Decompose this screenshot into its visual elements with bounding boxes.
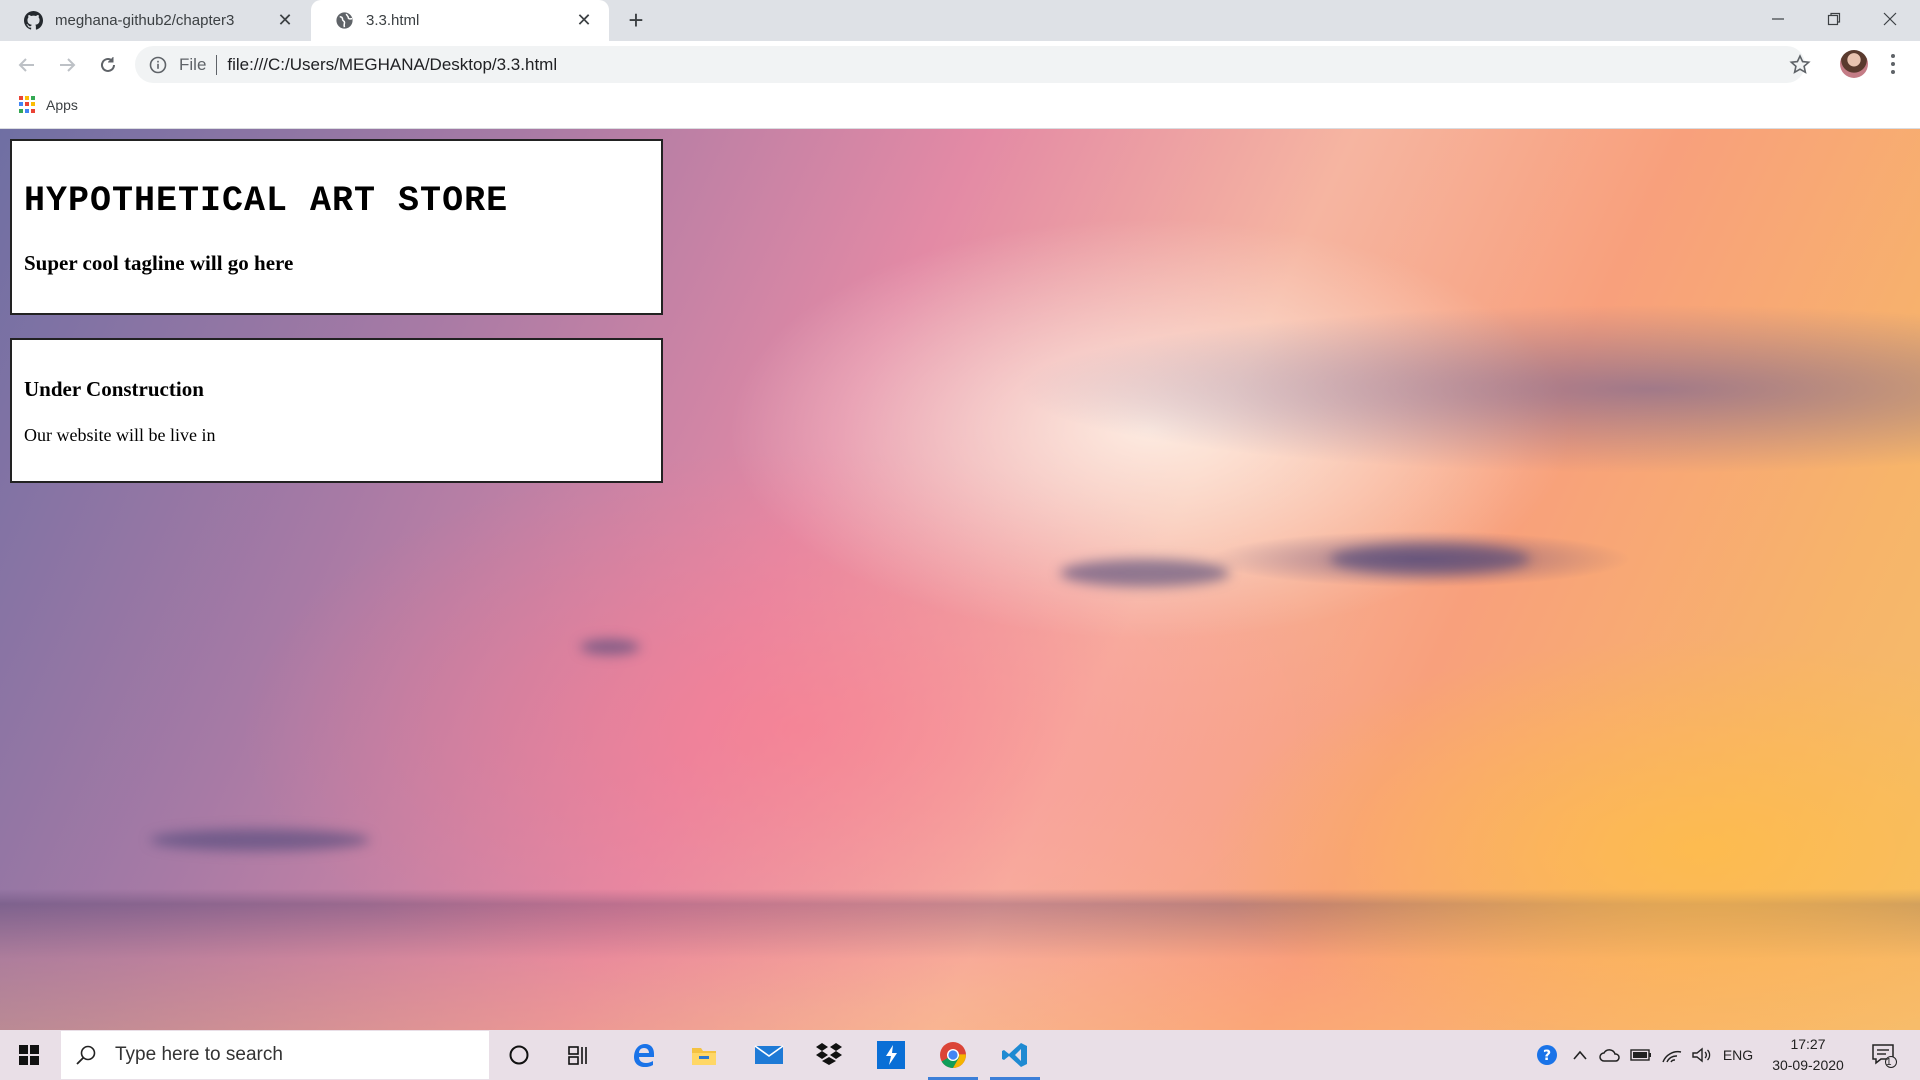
wifi-icon xyxy=(1662,1050,1682,1063)
onedrive-tray-button[interactable] xyxy=(1596,1030,1624,1080)
language-indicator[interactable]: ENG xyxy=(1720,1030,1756,1080)
minimize-button[interactable] xyxy=(1750,0,1806,37)
battery-icon xyxy=(1630,1049,1651,1061)
cortana-icon xyxy=(509,1045,529,1065)
construction-box: Under Construction Our website will be l… xyxy=(10,338,663,483)
cloud-sync-icon xyxy=(1599,1049,1620,1062)
clock-time: 17:27 xyxy=(1790,1036,1826,1052)
bookmark-label: Apps xyxy=(46,96,78,113)
info-icon xyxy=(149,56,167,73)
svg-text:?: ? xyxy=(1543,1048,1551,1064)
browser-toolbar: File file:///C:/Users/MEGHANA/Desktop/3.… xyxy=(0,41,1920,88)
wifi-tray-button[interactable] xyxy=(1658,1030,1686,1080)
edge-icon xyxy=(634,1044,654,1067)
taskbar-clock[interactable]: 17:27 30-09-2020 xyxy=(1758,1034,1858,1076)
reload-icon xyxy=(101,57,115,72)
page-viewport: HYPOTHETICAL ART STORE Super cool taglin… xyxy=(0,129,1920,1030)
construction-text: Our website will be live in xyxy=(24,425,216,445)
forward-button[interactable] xyxy=(50,48,84,82)
bookmark-apps[interactable]: Apps xyxy=(19,96,78,113)
windows-logo-icon xyxy=(19,1045,39,1065)
search-icon xyxy=(76,1045,96,1065)
taskbar-search-box[interactable]: Type here to search xyxy=(61,1031,489,1079)
close-icon xyxy=(1883,12,1897,25)
background-cloud xyxy=(150,829,370,851)
close-tab-icon[interactable]: ✕ xyxy=(575,10,593,30)
tab-3-3-html[interactable]: 3.3.html ✕ xyxy=(311,0,609,41)
dropbox-icon xyxy=(816,1043,842,1065)
tab-strip: meghana-github2/chapter3 ✕ 3.3.html ✕ + xyxy=(0,0,1920,41)
power-automate-button[interactable] xyxy=(862,1030,920,1080)
help-button[interactable]: ? xyxy=(1532,1030,1562,1080)
chrome-menu-button[interactable] xyxy=(1880,51,1906,77)
back-arrow-icon xyxy=(18,58,34,72)
apps-grid-icon xyxy=(19,96,36,113)
mail-button[interactable] xyxy=(740,1030,798,1080)
bookmark-star-icon[interactable] xyxy=(1788,53,1812,77)
tab-label: 3.3.html xyxy=(366,12,420,29)
profile-avatar[interactable] xyxy=(1840,50,1868,78)
battery-tray-button[interactable] xyxy=(1627,1030,1655,1080)
background-cloud xyxy=(1060,559,1230,587)
show-hidden-icons-button[interactable] xyxy=(1567,1030,1593,1080)
construction-heading: Under Construction xyxy=(24,377,204,401)
back-button[interactable] xyxy=(10,48,44,82)
task-view-button[interactable] xyxy=(550,1030,608,1080)
new-tab-button[interactable]: + xyxy=(622,5,650,35)
restore-icon xyxy=(1827,12,1841,25)
address-bar[interactable]: File file:///C:/Users/MEGHANA/Desktop/3.… xyxy=(135,46,1805,83)
chrome-icon xyxy=(940,1042,966,1069)
file-explorer-button[interactable] xyxy=(675,1030,733,1080)
github-icon xyxy=(24,11,43,30)
store-tagline: Super cool tagline will go here xyxy=(24,251,294,275)
restore-button[interactable] xyxy=(1806,0,1862,37)
volume-tray-button[interactable] xyxy=(1688,1030,1716,1080)
file-explorer-icon xyxy=(692,1048,716,1065)
cortana-button[interactable] xyxy=(490,1030,548,1080)
dropbox-button[interactable] xyxy=(800,1030,858,1080)
chrome-button[interactable] xyxy=(924,1030,982,1080)
store-title: HYPOTHETICAL ART STORE xyxy=(24,181,509,221)
mail-icon xyxy=(754,1045,784,1064)
bookmarks-bar: Apps xyxy=(0,88,1920,129)
minimize-icon xyxy=(1772,17,1784,20)
address-divider xyxy=(216,54,218,75)
volume-icon xyxy=(1692,1047,1711,1063)
windows-taskbar: Type here to search ? ENG 17:27 30-09-20… xyxy=(0,1030,1920,1080)
notification-count: 1 xyxy=(1886,1057,1892,1068)
tab-github[interactable]: meghana-github2/chapter3 ✕ xyxy=(0,0,310,41)
notification-icon xyxy=(1872,1044,1897,1068)
vscode-button[interactable] xyxy=(986,1030,1044,1080)
edge-button[interactable] xyxy=(615,1030,673,1080)
scheme-label: File xyxy=(179,54,207,74)
forward-arrow-icon xyxy=(60,58,76,72)
globe-icon xyxy=(336,12,353,29)
chevron-up-icon xyxy=(1573,1050,1587,1060)
vscode-icon xyxy=(1002,1043,1027,1067)
url-text[interactable]: file:///C:/Users/MEGHANA/Desktop/3.3.htm… xyxy=(227,55,557,75)
store-header-box: HYPOTHETICAL ART STORE Super cool taglin… xyxy=(10,139,663,315)
background-cloud xyxy=(580,639,640,655)
task-view-icon xyxy=(568,1046,587,1065)
powerautomate-icon xyxy=(877,1041,905,1069)
close-tab-icon[interactable]: ✕ xyxy=(276,10,294,30)
search-placeholder: Type here to search xyxy=(115,1044,283,1065)
notification-center-button[interactable]: 1 xyxy=(1864,1030,1904,1080)
tab-label: meghana-github2/chapter3 xyxy=(55,12,235,29)
background-cloud xyxy=(1330,544,1530,574)
reload-button[interactable] xyxy=(91,48,125,82)
close-window-button[interactable] xyxy=(1862,0,1918,37)
start-button[interactable] xyxy=(0,1030,58,1080)
help-icon: ? xyxy=(1537,1045,1557,1065)
clock-date: 30-09-2020 xyxy=(1772,1057,1844,1073)
